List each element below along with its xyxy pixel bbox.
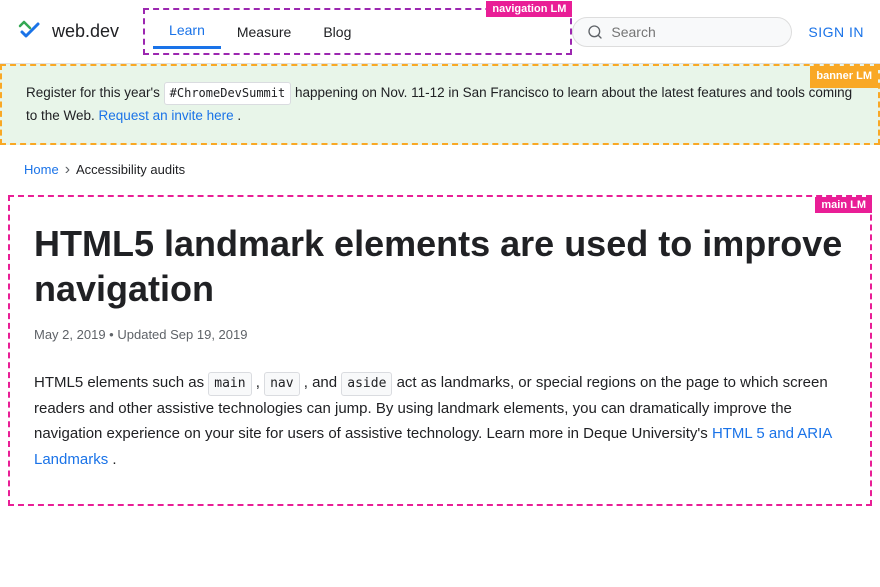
nav-landmark-label: navigation LM xyxy=(486,1,572,17)
banner-hashtag: #ChromeDevSummit xyxy=(164,82,292,105)
article-date: May 2, 2019 xyxy=(34,327,106,342)
search-area xyxy=(572,17,792,47)
code-nav: nav xyxy=(264,372,299,396)
breadcrumb-current: Accessibility audits xyxy=(76,162,185,177)
article-title: HTML5 landmark elements are used to impr… xyxy=(34,221,846,311)
main-content: main LM HTML5 landmark elements are used… xyxy=(8,195,872,507)
breadcrumb-home[interactable]: Home xyxy=(24,162,59,177)
body-comma-1: , xyxy=(256,374,260,391)
banner-invite-link[interactable]: Request an invite here xyxy=(99,108,234,123)
logo-text: web.dev xyxy=(52,21,119,42)
banner-text-end: . xyxy=(237,108,241,123)
logo-icon xyxy=(16,18,44,46)
body-comma-2: , and xyxy=(304,374,337,391)
article-body: HTML5 elements such as main , nav , and … xyxy=(34,370,846,473)
body-text-1: HTML5 elements such as xyxy=(34,374,204,391)
article: HTML5 landmark elements are used to impr… xyxy=(34,221,846,473)
breadcrumb: Home › Accessibility audits xyxy=(0,145,880,195)
article-meta: May 2, 2019 • Updated Sep 19, 2019 xyxy=(34,327,846,342)
nav-learn[interactable]: Learn xyxy=(153,14,221,49)
body-text-end: . xyxy=(112,451,116,468)
site-header: web.dev navigation LM Learn Measure Blog… xyxy=(0,0,880,64)
main-nav: navigation LM Learn Measure Blog xyxy=(143,8,572,55)
nav-measure[interactable]: Measure xyxy=(221,16,307,48)
article-meta-separator: • xyxy=(109,327,114,342)
nav-blog[interactable]: Blog xyxy=(307,16,367,48)
code-aside: aside xyxy=(341,372,392,396)
main-landmark-label: main LM xyxy=(815,197,872,213)
search-box[interactable] xyxy=(572,17,792,47)
logo-link[interactable]: web.dev xyxy=(16,18,119,46)
breadcrumb-separator: › xyxy=(65,161,70,179)
sign-in-button[interactable]: SIGN IN xyxy=(808,24,864,40)
search-input[interactable] xyxy=(611,24,777,40)
search-icon xyxy=(587,24,603,40)
code-main: main xyxy=(208,372,251,396)
banner-text-before: Register for this year's xyxy=(26,85,160,100)
announcement-banner: banner LM Register for this year's #Chro… xyxy=(0,64,880,145)
article-updated: Updated Sep 19, 2019 xyxy=(117,327,247,342)
banner-landmark-label: banner LM xyxy=(810,66,878,88)
